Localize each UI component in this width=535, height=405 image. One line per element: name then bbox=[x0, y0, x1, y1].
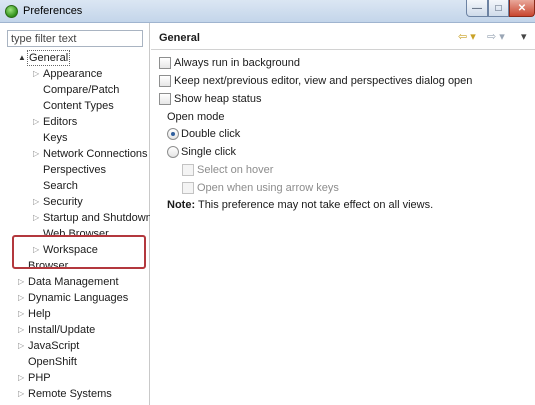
tree-item-data-management[interactable]: ▷ Data Management bbox=[0, 274, 150, 290]
collapse-arrow-icon[interactable]: ▷ bbox=[33, 242, 41, 258]
forward-arrow-icon[interactable]: ⇨ ▾ bbox=[487, 30, 505, 43]
collapse-arrow-icon[interactable]: ▷ bbox=[33, 146, 41, 162]
tree-item-label[interactable]: General bbox=[27, 50, 71, 66]
radio-button[interactable] bbox=[167, 128, 179, 140]
tree-item-label[interactable]: JavaScript bbox=[28, 338, 79, 354]
tree-item-javascript[interactable]: ▷ JavaScript bbox=[0, 338, 150, 354]
maximize-button[interactable]: □ bbox=[488, 0, 509, 17]
checkbox bbox=[182, 182, 194, 194]
tree-item-label[interactable]: Compare/Patch bbox=[43, 82, 119, 98]
tree-item-label[interactable]: Keys bbox=[43, 130, 67, 146]
close-button[interactable]: ✕ bbox=[509, 0, 535, 17]
page-title: General bbox=[159, 32, 200, 44]
tree-item-label[interactable]: Appearance bbox=[43, 66, 102, 82]
tree-item-help[interactable]: ▷ Help bbox=[0, 306, 150, 322]
tree-item-label[interactable]: Dynamic Languages bbox=[28, 290, 128, 306]
tree-item-php[interactable]: ▷ PHP bbox=[0, 370, 150, 386]
tree-item-label[interactable]: Content Types bbox=[43, 98, 114, 114]
tree-item-label[interactable]: Browser bbox=[28, 258, 68, 274]
tree-item-label[interactable]: PHP bbox=[28, 370, 51, 386]
tree-item-editors[interactable]: ▷ Editors bbox=[0, 114, 150, 130]
tree-item-startup-and-shutdown[interactable]: ▷ Startup and Shutdown bbox=[0, 210, 150, 226]
collapse-arrow-icon[interactable]: ▷ bbox=[33, 114, 41, 130]
collapse-arrow-icon[interactable]: ▷ bbox=[18, 306, 26, 322]
tree-item-remote-systems[interactable]: ▷ Remote Systems bbox=[0, 386, 150, 402]
collapse-arrow-icon[interactable]: ▷ bbox=[18, 370, 26, 386]
expand-arrow-icon[interactable]: ▲ bbox=[18, 50, 26, 66]
collapse-arrow-icon[interactable]: ▷ bbox=[18, 290, 26, 306]
eclipse-app-icon bbox=[5, 5, 18, 18]
tree-item-security[interactable]: ▷ Security bbox=[0, 194, 150, 210]
tree-item-label[interactable]: Perspectives bbox=[43, 162, 106, 178]
preferences-tree-panel: ▲ General ▷ Appearance Compare/Patch Con… bbox=[0, 23, 150, 405]
tree-item-workspace[interactable]: ▷ Workspace bbox=[0, 242, 150, 258]
tree-item-label[interactable]: Search bbox=[43, 178, 78, 194]
checkbox[interactable] bbox=[159, 75, 171, 87]
option-label: Keep next/previous editor, view and pers… bbox=[174, 75, 473, 87]
view-menu-icon[interactable]: ▾ bbox=[521, 30, 527, 43]
note-label: Note: bbox=[167, 199, 196, 211]
tree-item-label[interactable]: Security bbox=[43, 194, 83, 210]
tree-item-label[interactable]: Web Browser bbox=[43, 226, 109, 242]
tree-item-label[interactable]: Data Management bbox=[28, 274, 119, 290]
tree-item-label[interactable]: Startup and Shutdown bbox=[43, 210, 150, 226]
tree-item-dynamic-languages[interactable]: ▷ Dynamic Languages bbox=[0, 290, 150, 306]
tree-item-general[interactable]: ▲ General bbox=[0, 50, 150, 66]
collapse-arrow-icon[interactable]: ▷ bbox=[33, 194, 41, 210]
tree-item-label[interactable]: Network Connections bbox=[43, 146, 148, 162]
title-bar: Preferences — □ ✕ bbox=[0, 0, 535, 23]
tree-item-label[interactable]: Editors bbox=[43, 114, 77, 130]
radio-label: Double click bbox=[181, 128, 241, 140]
tree-item-install-update[interactable]: ▷ Install/Update bbox=[0, 322, 150, 338]
collapse-arrow-icon[interactable]: ▷ bbox=[33, 210, 41, 226]
back-arrow-icon[interactable]: ⇦ ▾ bbox=[458, 30, 476, 43]
filter-input[interactable] bbox=[7, 30, 143, 47]
tree-item-content-types[interactable]: Content Types bbox=[0, 98, 150, 114]
preference-page: General ⇦ ▾ ⇨ ▾ ▾ Always run in backgrou… bbox=[151, 23, 535, 405]
tree-item-label[interactable]: Help bbox=[28, 306, 51, 322]
radio-single-click[interactable]: Single click bbox=[167, 144, 367, 160]
tree-item-network-connections[interactable]: ▷ Network Connections bbox=[0, 146, 150, 162]
minimize-button[interactable]: — bbox=[466, 0, 488, 17]
page-header: General ⇦ ▾ ⇨ ▾ ▾ bbox=[151, 23, 535, 50]
tree-item-appearance[interactable]: ▷ Appearance bbox=[0, 66, 150, 82]
checkbox[interactable] bbox=[159, 93, 171, 105]
option-show-heap-status[interactable]: Show heap status bbox=[159, 91, 529, 107]
tree-item-compare-patch[interactable]: Compare/Patch bbox=[0, 82, 150, 98]
tree-item-browser[interactable]: Browser bbox=[0, 258, 150, 274]
option-label: Show heap status bbox=[174, 93, 262, 105]
tree-item-openshift[interactable]: OpenShift bbox=[0, 354, 150, 370]
checkbox[interactable] bbox=[159, 57, 171, 69]
collapse-arrow-icon[interactable]: ▷ bbox=[18, 322, 26, 338]
tree-item-web-browser[interactable]: Web Browser bbox=[0, 226, 150, 242]
radio-double-click[interactable]: Double click bbox=[167, 126, 367, 142]
option-label: Always run in background bbox=[174, 57, 300, 69]
collapse-arrow-icon[interactable]: ▷ bbox=[18, 274, 26, 290]
option-label: Select on hover bbox=[197, 164, 274, 176]
collapse-arrow-icon[interactable]: ▷ bbox=[33, 66, 41, 82]
tree-item-label[interactable]: Remote Systems bbox=[28, 386, 112, 402]
checkbox bbox=[182, 164, 194, 176]
option-keep-dialog-open[interactable]: Keep next/previous editor, view and pers… bbox=[159, 73, 529, 89]
collapse-arrow-icon[interactable]: ▷ bbox=[18, 386, 26, 402]
tree-item-label[interactable]: Workspace bbox=[43, 242, 98, 258]
radio-label: Single click bbox=[181, 146, 237, 158]
open-mode-label: Open mode bbox=[167, 111, 225, 123]
radio-button[interactable] bbox=[167, 146, 179, 158]
option-open-arrow-keys: Open when using arrow keys bbox=[182, 180, 402, 196]
option-select-on-hover: Select on hover bbox=[182, 162, 382, 178]
note-message: This preference may not take effect on a… bbox=[197, 199, 434, 211]
window-title: Preferences bbox=[23, 5, 83, 17]
option-label: Open when using arrow keys bbox=[197, 182, 339, 194]
tree-item-keys[interactable]: Keys bbox=[0, 130, 150, 146]
tree-item-label[interactable]: OpenShift bbox=[28, 354, 77, 370]
tree-item-label[interactable]: Install/Update bbox=[28, 322, 95, 338]
note-text: Note: This preference may not take effec… bbox=[167, 197, 527, 213]
tree-item-search[interactable]: Search bbox=[0, 178, 150, 194]
collapse-arrow-icon[interactable]: ▷ bbox=[18, 338, 26, 354]
tree-item-perspectives[interactable]: Perspectives bbox=[0, 162, 150, 178]
option-always-run-background[interactable]: Always run in background bbox=[159, 55, 529, 71]
